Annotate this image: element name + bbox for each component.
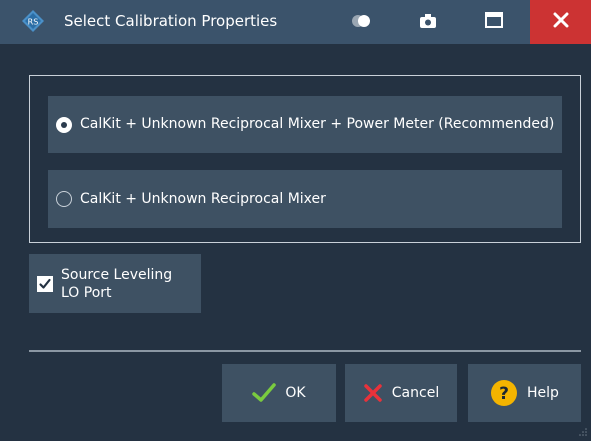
- cancel-x-icon: [363, 383, 383, 403]
- svg-text:?: ?: [499, 384, 509, 404]
- ok-button[interactable]: OK: [222, 364, 336, 422]
- ok-label: OK: [285, 385, 306, 401]
- rs-logo-icon: RS: [22, 10, 44, 32]
- checkbox-checked-icon[interactable]: [37, 275, 53, 292]
- option-label: CalKit + Unknown Reciprocal Mixer + Powe…: [80, 116, 555, 132]
- camera-icon: [420, 13, 436, 32]
- option-calkit-mixer[interactable]: CalKit + Unknown Reciprocal Mixer: [48, 170, 562, 228]
- help-label: Help: [527, 385, 559, 401]
- divider: [29, 350, 581, 352]
- checkbox-label: Source Leveling LO Port: [61, 266, 173, 301]
- radio-selected-icon[interactable]: [56, 116, 72, 133]
- help-button[interactable]: ? Help: [468, 364, 581, 422]
- cancel-button[interactable]: Cancel: [345, 364, 457, 422]
- screenshot-button[interactable]: [398, 0, 458, 44]
- maximize-button[interactable]: [466, 0, 522, 44]
- svg-text:RS: RS: [28, 18, 39, 27]
- maximize-icon: [485, 12, 503, 32]
- toggle-button[interactable]: [336, 0, 386, 44]
- toggle-icon: [350, 13, 372, 32]
- dialog-window: RS Select Calibration Properties CalKit …: [0, 0, 591, 436]
- close-icon: [553, 12, 569, 32]
- option-label: CalKit + Unknown Reciprocal Mixer: [80, 190, 326, 207]
- option-recommended[interactable]: CalKit + Unknown Reciprocal Mixer + Powe…: [48, 96, 562, 153]
- resize-grip-icon[interactable]: [578, 422, 588, 436]
- source-leveling-checkbox[interactable]: Source Leveling LO Port: [29, 254, 201, 313]
- cancel-label: Cancel: [391, 385, 440, 401]
- radio-unselected-icon[interactable]: [56, 191, 72, 207]
- close-button[interactable]: [530, 0, 591, 44]
- help-icon: ?: [490, 379, 518, 407]
- window-title: Select Calibration Properties: [64, 12, 278, 30]
- title-bar[interactable]: RS Select Calibration Properties: [0, 0, 591, 44]
- checkmark-icon: [252, 383, 277, 403]
